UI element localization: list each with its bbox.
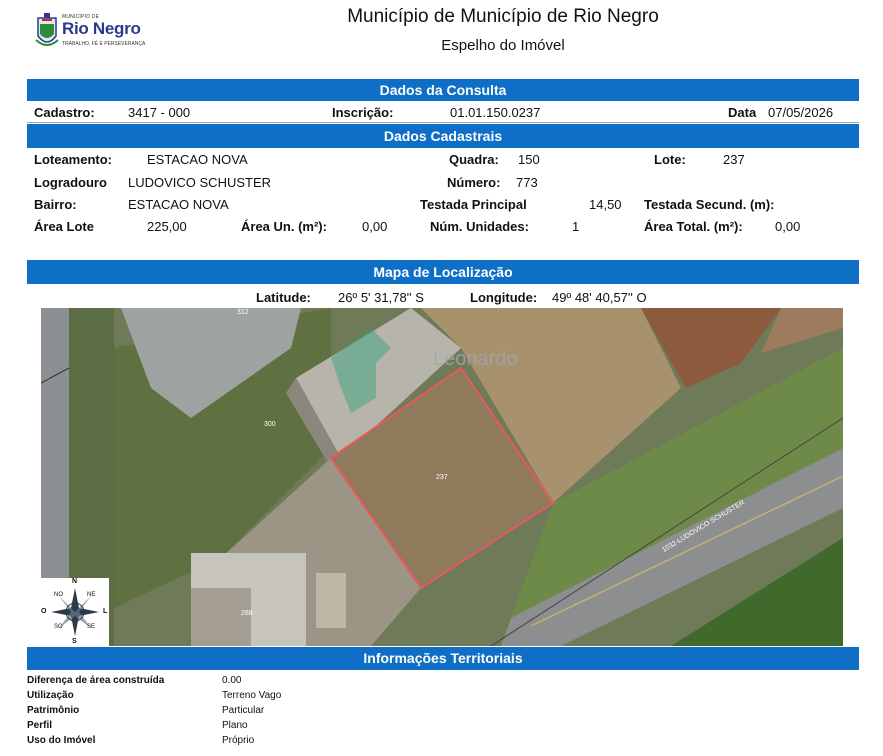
area-total-label: Área Total. (m²): <box>644 219 743 234</box>
section-bar-territoriais: Informações Territoriais <box>27 647 859 670</box>
territorial-label: Uso do Imóvel <box>27 735 96 746</box>
testada-principal-label: Testada Principal <box>420 197 527 212</box>
territorial-label: Perfil <box>27 720 53 731</box>
page-subtitle: Espelho do Imóvel <box>441 37 565 54</box>
section-bar-mapa: Mapa de Localização <box>27 260 859 284</box>
compass-rose: N S O L NO NE SO SE <box>41 578 109 646</box>
testada-secund-label: Testada Secund. (m): <box>644 197 775 212</box>
quadra-label: Quadra: <box>449 152 499 167</box>
territorial-value: Plano <box>222 720 248 731</box>
lote-value: 237 <box>723 152 745 167</box>
numero-label: Número: <box>447 175 501 190</box>
cadastro-value: 3417 - 000 <box>128 105 191 120</box>
bairro-label: Bairro: <box>34 197 77 212</box>
territorial-label: Utilização <box>27 690 74 701</box>
compass-s: S <box>72 638 77 645</box>
testada-principal-value: 14,50 <box>589 197 622 212</box>
territorial-value: 0.00 <box>222 675 242 686</box>
watermark-text: Leonardo <box>433 348 518 370</box>
longitude-label: Longitude: <box>470 290 538 305</box>
lote-label: Lote: <box>654 152 686 167</box>
compass-no: NO <box>54 592 63 598</box>
data-value: 07/05/2026 <box>768 105 834 120</box>
lot-label-288: 288 <box>241 610 253 617</box>
logradouro-label: Logradouro <box>34 175 107 190</box>
loteamento-value: ESTACAO NOVA <box>147 152 248 167</box>
loteamento-label: Loteamento: <box>34 152 112 167</box>
bairro-value: ESTACAO NOVA <box>128 197 229 212</box>
section-bar-consulta: Dados da Consulta <box>27 79 859 101</box>
compass-n: N <box>72 578 78 585</box>
section-bar-cadastrais: Dados Cadastrais <box>27 124 859 148</box>
numero-value: 773 <box>516 175 538 190</box>
territorial-label: Patrimônio <box>27 705 80 716</box>
lot-label-300: 300 <box>264 421 276 428</box>
compass-l: L <box>103 608 108 615</box>
aerial-map[interactable]: Leonardo 312 300 237 288 1032-LUDOVICO S… <box>41 308 843 646</box>
compass-icon <box>51 588 99 636</box>
num-unidades-value: 1 <box>572 219 580 234</box>
latitude-label: Latitude: <box>256 290 311 305</box>
lot-label-237: 237 <box>436 474 448 481</box>
territorial-value: Terreno Vago <box>222 690 282 701</box>
compass-se: SE <box>87 624 96 630</box>
territorial-label: Diferença de área construída <box>27 675 165 686</box>
latitude-value: 26º 5' 31,78'' S <box>338 290 424 305</box>
compass-o: O <box>41 608 47 615</box>
quadra-value: 150 <box>518 152 540 167</box>
compass-so: SO <box>54 624 63 630</box>
inscricao-label: Inscrição: <box>332 105 394 120</box>
lot-label-312: 312 <box>237 309 249 316</box>
area-total-value: 0,00 <box>775 219 801 234</box>
area-lote-value: 225,00 <box>147 219 187 234</box>
inscricao-value: 01.01.150.0237 <box>450 105 541 120</box>
num-unidades-label: Núm. Unidades: <box>430 219 529 234</box>
territorial-value: Particular <box>222 705 265 716</box>
longitude-value: 49º 48' 40,57'' O <box>552 290 647 305</box>
logradouro-value: LUDOVICO SCHUSTER <box>128 175 272 190</box>
divider <box>27 122 859 123</box>
area-un-value: 0,00 <box>362 219 388 234</box>
cadastro-label: Cadastro: <box>34 105 95 120</box>
area-lote-label: Área Lote <box>34 219 94 234</box>
compass-ne: NE <box>87 592 96 598</box>
area-un-label: Área Un. (m²): <box>241 219 327 234</box>
data-label: Data <box>728 105 757 120</box>
territorial-value: Próprio <box>222 735 255 746</box>
page-title: Município de Município de Rio Negro <box>347 6 659 27</box>
